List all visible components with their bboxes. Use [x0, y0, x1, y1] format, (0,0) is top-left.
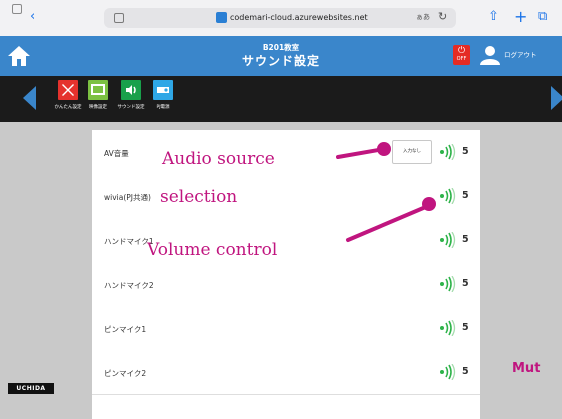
annotation-mute: Mut [512, 361, 541, 376]
annotation-audio-source-line2: selection [160, 187, 238, 207]
annotation-volume-control: Volume control [147, 240, 278, 260]
volume-control-arrow [346, 204, 430, 242]
audio-source-arrow [336, 147, 386, 159]
annotation-audio-source-line1: Audio source [162, 149, 275, 169]
audio-source-arrow-dot [377, 142, 391, 156]
annotation-arrows [336, 142, 436, 242]
volume-control-arrow-dot [422, 197, 436, 211]
